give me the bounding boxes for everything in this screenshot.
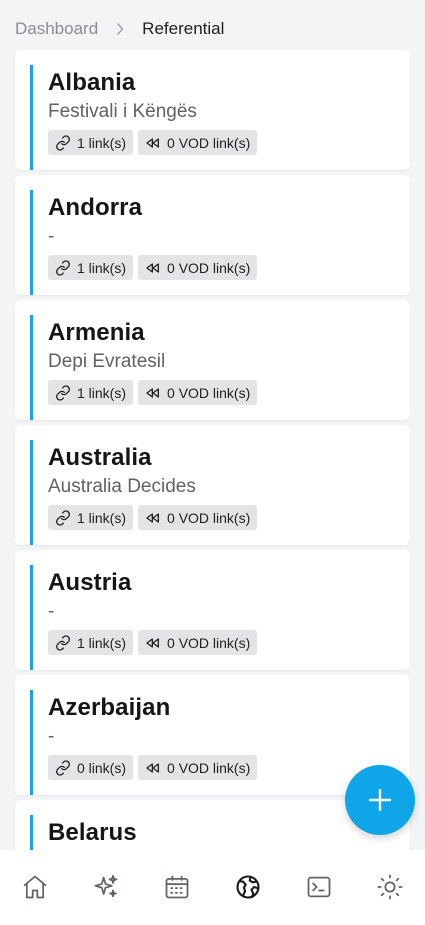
card-chips: 1 link(s) 0 VOD link(s) <box>48 630 258 655</box>
country-subtitle: - <box>48 601 55 622</box>
terminal-icon <box>307 876 331 897</box>
card-chips: 1 link(s) 0 VOD link(s) <box>48 255 258 280</box>
sun-icon <box>377 873 403 900</box>
link-icon <box>56 259 70 276</box>
country-name: Armenia <box>48 319 145 346</box>
links-count: 0 link(s) <box>77 759 127 776</box>
country-subtitle: - <box>48 726 55 747</box>
country-card-andorra[interactable]: Andorra - 1 link(s) 0 VOD link(s) <box>15 175 410 295</box>
home-icon <box>24 875 47 898</box>
vod-chip: 0 VOD link(s) <box>138 630 258 655</box>
link-icon <box>56 634 70 651</box>
links-chip: 1 link(s) <box>48 505 134 530</box>
vod-chip: 0 VOD link(s) <box>138 130 258 155</box>
vod-count: 0 VOD link(s) <box>167 384 251 401</box>
links-count: 1 link(s) <box>77 134 127 151</box>
country-subtitle: Australia Decides <box>48 476 196 497</box>
breadcrumb: Dashboard Referential <box>15 16 224 42</box>
nav-home[interactable] <box>10 862 60 912</box>
country-card-austria[interactable]: Austria - 1 link(s) 0 VOD link(s) <box>15 550 410 670</box>
card-accent-bar <box>30 315 33 420</box>
country-name: Belarus <box>48 819 137 846</box>
nav-theme[interactable] <box>365 862 415 912</box>
links-chip: 1 link(s) <box>48 130 134 155</box>
calendar-icon <box>165 875 189 898</box>
link-icon <box>56 759 70 776</box>
country-name: Andorra <box>48 194 143 221</box>
vod-count: 0 VOD link(s) <box>167 634 251 651</box>
country-card-albania[interactable]: Albania Festivali i Këngës 1 link(s) 0 V… <box>15 50 410 170</box>
links-chip: 1 link(s) <box>48 255 134 280</box>
country-subtitle: - <box>48 226 55 247</box>
nav-calendar[interactable] <box>152 862 202 912</box>
rewind-icon <box>146 387 160 398</box>
card-accent-bar <box>30 440 33 545</box>
card-accent-bar <box>30 690 33 795</box>
card-chips: 1 link(s) 0 VOD link(s) <box>48 130 258 155</box>
links-count: 1 link(s) <box>77 634 127 651</box>
country-card-australia[interactable]: Australia Australia Decides 1 link(s) 0 … <box>15 425 410 545</box>
country-subtitle: Depi Evratesil <box>48 351 166 372</box>
link-icon <box>56 509 70 526</box>
link-icon <box>56 134 70 151</box>
links-count: 1 link(s) <box>77 259 127 276</box>
nav-console[interactable] <box>294 862 344 912</box>
country-name: Australia <box>48 444 152 471</box>
vod-count: 0 VOD link(s) <box>167 509 251 526</box>
links-chip: 0 link(s) <box>48 755 134 780</box>
vod-count: 0 VOD link(s) <box>167 759 251 776</box>
rewind-icon <box>146 262 160 273</box>
country-name: Austria <box>48 569 132 596</box>
card-accent-bar <box>30 65 33 170</box>
card-chips: 0 link(s) 0 VOD link(s) <box>48 755 258 780</box>
rewind-icon <box>146 637 160 648</box>
rewind-icon <box>146 762 160 773</box>
links-chip: 1 link(s) <box>48 380 134 405</box>
card-accent-bar <box>30 190 33 295</box>
sparkles-icon <box>94 874 118 897</box>
vod-count: 0 VOD link(s) <box>167 134 251 151</box>
card-chips: 1 link(s) 0 VOD link(s) <box>48 380 258 405</box>
nav-referential[interactable] <box>223 862 273 912</box>
rewind-icon <box>146 512 160 523</box>
rewind-icon <box>146 137 160 148</box>
vod-chip: 0 VOD link(s) <box>138 380 258 405</box>
breadcrumb-dashboard-link[interactable]: Dashboard <box>15 19 98 39</box>
links-count: 1 link(s) <box>77 509 127 526</box>
globe-icon <box>236 874 260 899</box>
bottom-navigation <box>0 850 425 925</box>
add-country-button[interactable] <box>345 765 415 835</box>
breadcrumb-current: Referential <box>142 19 225 38</box>
vod-chip: 0 VOD link(s) <box>138 755 258 780</box>
country-subtitle: Festivali i Këngës <box>48 101 197 122</box>
vod-count: 0 VOD link(s) <box>167 259 251 276</box>
vod-chip: 0 VOD link(s) <box>138 255 258 280</box>
plus-icon <box>368 788 392 812</box>
vod-chip: 0 VOD link(s) <box>138 505 258 530</box>
links-chip: 1 link(s) <box>48 630 134 655</box>
card-accent-bar <box>30 565 33 670</box>
card-chips: 1 link(s) 0 VOD link(s) <box>48 505 258 530</box>
country-name: Albania <box>48 69 136 96</box>
country-card-armenia[interactable]: Armenia Depi Evratesil 1 link(s) 0 VOD l… <box>15 300 410 420</box>
country-name: Azerbaijan <box>48 694 171 721</box>
nav-highlights[interactable] <box>81 862 131 912</box>
chevron-right-icon <box>98 23 142 35</box>
country-card-azerbaijan[interactable]: Azerbaijan - 0 link(s) 0 VOD link(s) <box>15 675 410 795</box>
link-icon <box>56 384 70 401</box>
links-count: 1 link(s) <box>77 384 127 401</box>
